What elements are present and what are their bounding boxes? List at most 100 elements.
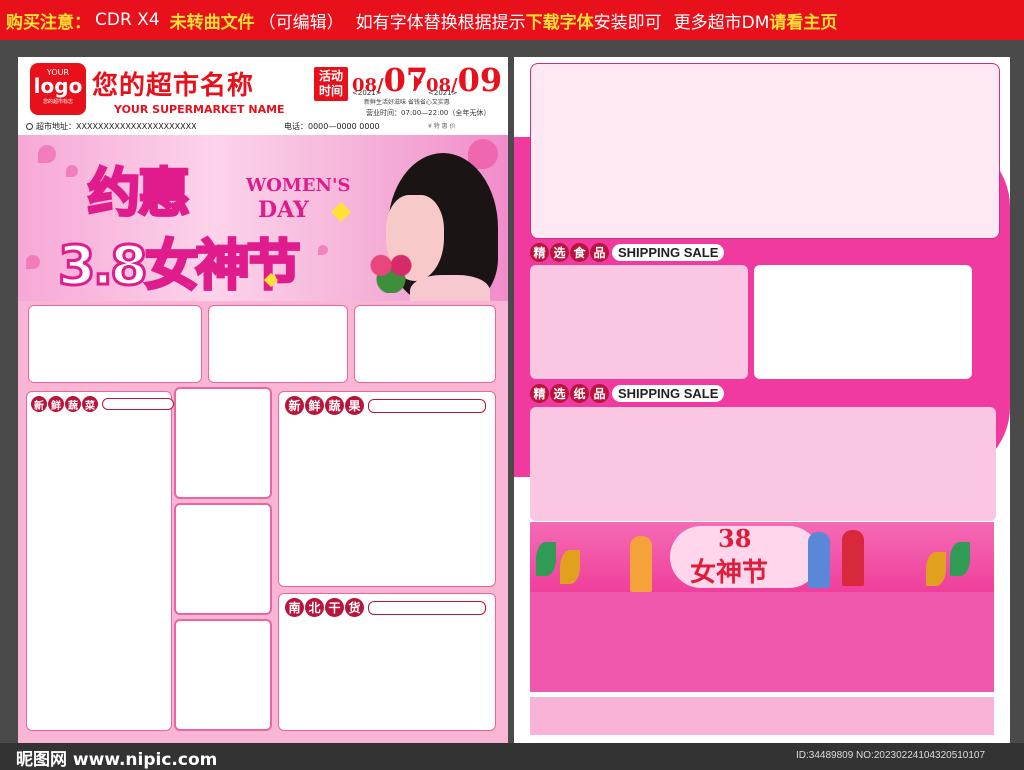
tag-trail (368, 398, 486, 413)
image-id: ID:34489809 NO:20230224104320510107 (796, 750, 986, 761)
tag-char: 干 (325, 598, 344, 617)
notice-part-9: 请看主页 (769, 12, 838, 33)
logo-main: logo (33, 74, 83, 98)
leaf-decor (950, 542, 970, 576)
leaf-decor (536, 542, 556, 576)
tag-char: 纸 (570, 384, 589, 403)
left-content-area: 新 鲜 蔬 菜 新 鲜 蔬 果 南 北 干 货 (18, 301, 508, 743)
notice-part-7: 安装即可 (593, 12, 662, 33)
tag-char: 新 (285, 396, 304, 415)
tag-char: 鲜 (48, 396, 64, 412)
tag-char: 精 (530, 384, 549, 403)
section-tag-food: 精 选 食 品 SHIPPING SALE (530, 243, 725, 262)
tag-char: 鲜 (305, 396, 324, 415)
leaf-decor (560, 550, 580, 584)
product-box (530, 407, 996, 521)
tag-char: 菜 (82, 396, 98, 412)
small-price-text: ¥ 特 惠 价 (428, 123, 456, 130)
section-tag-fresh-fruit: 新 鲜 蔬 果 (285, 396, 486, 415)
notice-part-6: 下载字体 (525, 12, 594, 33)
product-box (208, 305, 348, 383)
notice-part-1: 购买注意： (6, 12, 91, 33)
product-box (174, 619, 272, 731)
pink-content-area (530, 592, 994, 692)
tag-char: 蔬 (65, 396, 81, 412)
notice-bar: 购买注意： CDR X4 未转曲文件 （可编辑） 如有字体替换根据提示 下载字体… (0, 0, 1024, 40)
petal-decor (66, 165, 78, 177)
banner-38: 38 (718, 524, 752, 553)
activity-time-badge: 活动 时间 (314, 67, 348, 101)
location-pin-icon (26, 123, 33, 130)
shop-name: 您的超市名称 (92, 71, 255, 101)
banner-title-2: 3.8女神节 (57, 233, 303, 299)
start-year: <2021> (352, 89, 382, 97)
notice-part-2: CDR X4 (95, 10, 160, 30)
petal-decor (26, 255, 40, 269)
tag-char: 南 (285, 598, 304, 617)
shop-name-en: YOUR SUPERMARKET NAME (114, 103, 285, 116)
banner-goddess-title: 女神节 (690, 558, 769, 588)
tag-char: 选 (550, 243, 569, 262)
product-box (354, 305, 496, 383)
leaf-decor (926, 552, 946, 586)
product-box (28, 305, 202, 383)
tag-trail (102, 398, 174, 410)
banner-day: DAY (258, 197, 309, 223)
tag-char: 食 (570, 243, 589, 262)
shipping-sale-label: SHIPPING SALE (612, 385, 725, 402)
pink-bottom-strip (530, 697, 994, 735)
tag-char: 品 (590, 243, 609, 262)
end-year: <2021> (428, 89, 458, 97)
address: 超市地址：XXXXXXXXXXXXXXXXXXXXXX (36, 122, 197, 131)
girl-illustration-body (410, 275, 490, 301)
notice-part-4: （可编辑） (258, 12, 344, 33)
tag-char: 精 (530, 243, 549, 262)
activity-label-2: 时间 (318, 84, 343, 98)
store-logo: YOUR logo 您的超市标志 (30, 63, 86, 115)
watermark-footer: 昵图网 www.nipic.com ID:34489809 NO:2023022… (0, 743, 1024, 770)
shipping-sale-label: SHIPPING SALE (612, 244, 725, 261)
tag-char: 新 (31, 396, 47, 412)
product-box (754, 265, 972, 379)
petal-decor (318, 245, 328, 255)
womens-day-mini-banner: 38 女神节 (530, 522, 994, 592)
info-line: 超市地址：XXXXXXXXXXXXXXXXXXXXXX 电话：0000—0000… (26, 121, 500, 133)
feature-box (530, 63, 1000, 239)
left-page: YOUR logo 您的超市标志 您的超市名称 YOUR SUPERMARKET… (18, 57, 508, 743)
section-dry-goods: 南 北 干 货 (278, 593, 496, 731)
end-day: 09 (457, 61, 503, 99)
product-box (530, 265, 748, 379)
womens-day-banner: 约惠 3.8女神节 WOMEN'S DAY (18, 135, 508, 301)
girl-figure-illustration (808, 532, 830, 588)
roses-illustration (366, 247, 416, 293)
product-box (174, 387, 272, 499)
phone: 电话：0000—0000 0000 (284, 122, 380, 131)
banner-women: WOMEN'S (246, 175, 351, 196)
tag-char: 选 (550, 384, 569, 403)
section-fresh-fruit: 新 鲜 蔬 果 (278, 391, 496, 587)
section-tag-fresh-veg: 新 鲜 蔬 菜 (31, 396, 174, 412)
logo-sub: 您的超市标志 (42, 99, 73, 105)
notice-part-5: 如有字体替换根据提示 (355, 12, 526, 33)
tag-char: 北 (305, 598, 324, 617)
right-page: 精 选 食 品 SHIPPING SALE 精 选 纸 品 SHIPPING S… (514, 57, 1010, 743)
activity-label-1: 活动 (318, 69, 343, 83)
notice-part-8: 更多超市DM (673, 12, 770, 33)
tag-char: 货 (345, 598, 364, 617)
site-watermark: 昵图网 www.nipic.com (16, 750, 218, 770)
tag-char: 果 (345, 396, 364, 415)
girl-figure-illustration (630, 536, 652, 592)
section-tag-paper: 精 选 纸 品 SHIPPING SALE (530, 384, 725, 403)
arrow-right-icon (414, 75, 422, 89)
tag-trail (368, 600, 486, 615)
notice-part-3: 未转曲文件 (169, 12, 255, 33)
product-box (174, 503, 272, 615)
banner-title-1: 约惠 (86, 163, 191, 226)
heart-icon (331, 202, 351, 222)
section-tag-dry-goods: 南 北 干 货 (285, 598, 486, 617)
tag-char: 品 (590, 384, 609, 403)
slogan: 新鲜生活好滋味 省钱省心又实惠 (364, 99, 450, 106)
business-hours: 营业时间：07:00—22:00（全年无休） (366, 109, 491, 117)
girl-figure-illustration (842, 530, 864, 586)
tag-char: 蔬 (325, 396, 344, 415)
